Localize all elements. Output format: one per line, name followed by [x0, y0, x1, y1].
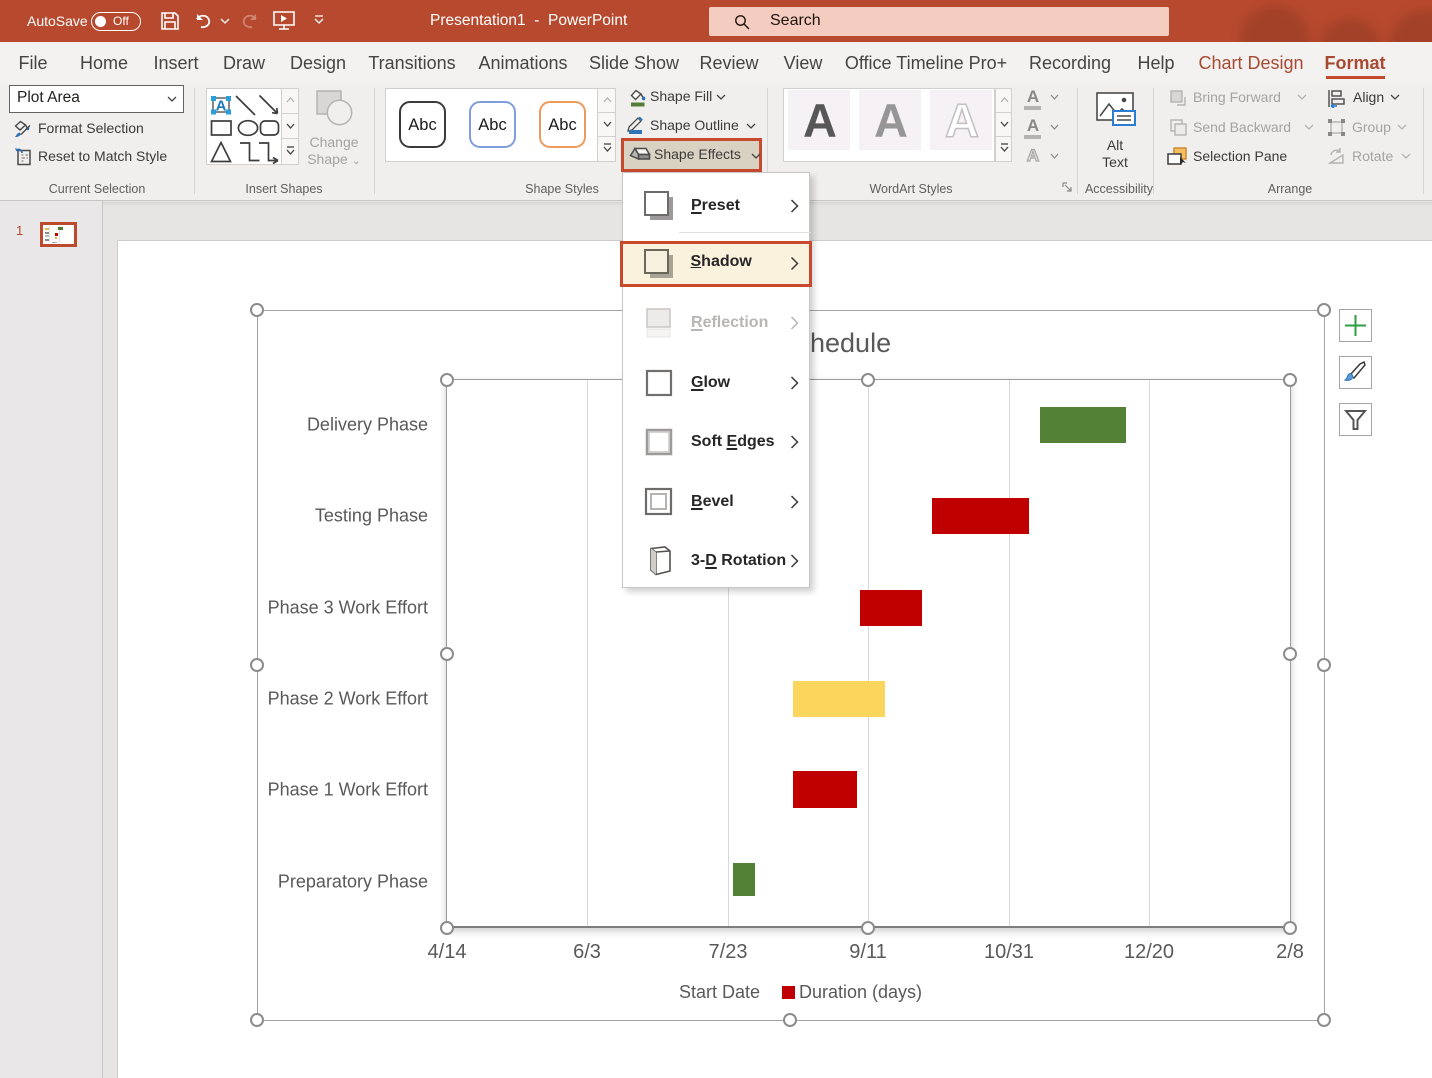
svg-text:A: A — [216, 98, 227, 115]
